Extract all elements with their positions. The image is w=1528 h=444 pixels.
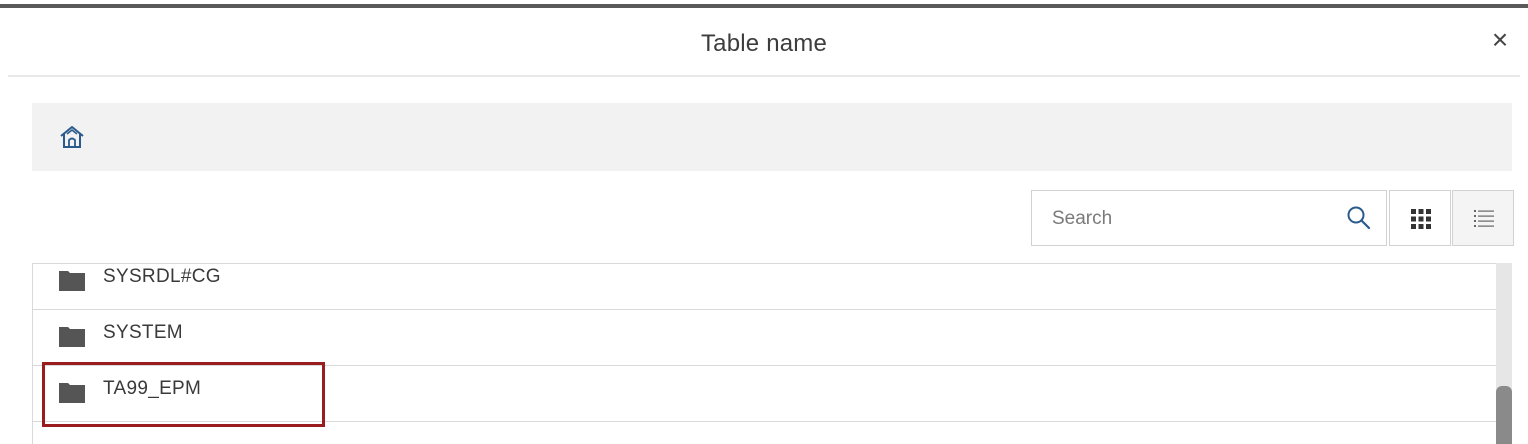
search-field[interactable] [1031,190,1387,246]
scrollbar-thumb[interactable] [1496,386,1512,444]
folder-icon [59,269,85,291]
search-input[interactable] [1050,203,1334,235]
list-item[interactable]: SYSTEM [33,310,1496,366]
home-icon[interactable] [58,123,86,151]
folder-list: SYSRDL#CG SYSTEM TA99_EPM [32,263,1512,444]
list-item[interactable]: TA99_EPM [33,366,1496,422]
grid-view-button[interactable] [1389,190,1451,246]
list-item-label: TA99_EPM [103,378,202,399]
dialog-header: Table name × [0,8,1528,75]
list-view-button[interactable] [1452,190,1514,246]
list-item[interactable]: SYSRDL#CG [33,264,1496,310]
folder-icon [59,325,85,347]
list-item-label: SYSTEM [103,322,183,343]
search-icon[interactable] [1346,205,1372,231]
breadcrumb [32,103,1512,171]
window-top-edge [0,0,1528,8]
header-divider [8,75,1520,77]
list-item-label: SYSRDL#CG [103,266,221,287]
dialog-title: Table name [700,30,828,57]
folder-icon [59,381,85,403]
close-icon[interactable]: × [1488,26,1512,54]
